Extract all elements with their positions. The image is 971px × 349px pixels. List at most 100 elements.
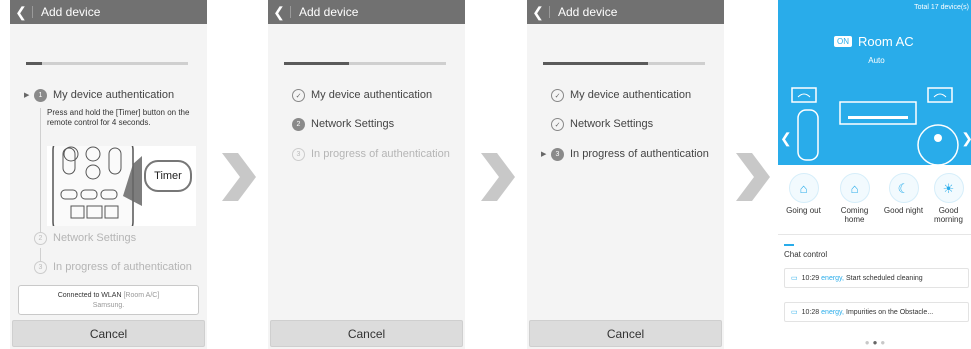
device-mode: Auto [868,56,885,65]
wlan-status-box: Connected to WLAN [Room A/C] Samsung. [18,285,199,315]
app-bar: ❮ Add device [268,0,465,24]
screen-step-3: ❮ Add device ✓ My device authentication … [527,0,724,349]
progress-bar [284,62,446,65]
step-connector [40,108,41,238]
screen-step-2: ❮ Add device ✓ My device authentication … [268,0,465,349]
quick-action-label: Good morning [934,206,963,224]
step-3: 3 In progress of authentication [282,148,450,161]
going-out-icon: ⌂ [788,173,819,203]
chat-item[interactable]: ▭ 10:29 energy, Start scheduled cleaning [784,268,969,288]
instruction-text: Press and hold the [Timer] button on the… [47,108,190,127]
page-dot: ● [880,338,889,347]
chat-bubble-icon: ▭ [791,275,798,282]
chat-text: Impurities on the Obstacle... [846,308,934,316]
screen-title: Add device [41,5,101,19]
chevron-left-icon[interactable]: ❮ [780,130,792,147]
quick-action-coming-home[interactable]: ⌂ Coming home [832,173,877,224]
power-row: ON Room AC [834,34,914,49]
section-accent-bar [784,244,794,246]
chevron-right-icon [481,153,515,201]
step-1: ✓ My device authentication [282,89,432,102]
coming-home-icon: ⌂ [839,173,870,203]
step-3: ▶ 3 In progress of authentication [541,148,709,161]
cancel-button[interactable]: Cancel [270,320,463,347]
quick-action-label: Good night [883,206,924,215]
timer-button-callout: Timer [144,160,192,192]
quick-action-going-out[interactable]: ⌂ Going out [781,173,826,215]
chat-item[interactable]: ▭ 10:28 energy, Impurities on the Obstac… [784,302,969,322]
appbar-divider [32,6,33,18]
wlan-network: [Room A/C] [123,292,160,299]
progress-bar [543,62,705,65]
step-number: 2 [292,118,305,131]
chat-time: 10:29 [801,274,820,282]
device-count: Total 17 device(s) [914,4,969,11]
step-2: ✓ Network Settings [541,118,653,131]
quick-actions: ⌂ Going out ⌂ Coming home ☾ Good night ☀… [778,165,971,235]
appbar-divider [549,6,550,18]
step-label: Network Settings [311,118,395,130]
quick-action-label: Coming home [840,206,869,224]
back-arrow-icon[interactable]: ❮ [527,0,549,24]
step-connector [40,248,41,262]
step-label: In progress of authentication [53,261,192,273]
chevron-right-icon[interactable]: ❯ [961,130,971,147]
step-3: 3 In progress of authentication [24,261,192,274]
progress-fill [26,62,43,65]
chat-text: Start scheduled cleaning [846,274,923,282]
step-label: My device authentication [311,89,433,101]
good-night-icon: ☾ [888,173,919,203]
step-number: 3 [292,148,305,161]
page-dot: ● [864,338,873,347]
check-icon: ✓ [551,89,564,102]
step-number: 3 [34,261,47,274]
app-bar: ❮ Add device [10,0,207,24]
screen-home: Total 17 device(s) ON Room AC Auto ❮ ❯ ⌂… [778,0,971,349]
screen-step-1: ❮ Add device ▶ 1 My device authenticatio… [10,0,207,349]
step-number: 3 [551,148,564,161]
room-illustration [791,87,959,165]
chat-time: 10:28 [801,308,820,316]
device-name: Room AC [858,34,914,49]
device-header: Total 17 device(s) ON Room AC Auto ❮ ❯ [778,0,971,165]
step-label: In progress of authentication [311,148,450,160]
wlan-prefix: Connected to WLAN [57,292,122,299]
step-label: My device authentication [570,89,692,101]
step-2: 2 Network Settings [24,232,136,245]
wlan-vendor: Samsung. [92,302,125,309]
current-step-marker-icon: ▶ [24,92,30,99]
back-arrow-icon[interactable]: ❮ [268,0,290,24]
check-icon: ✓ [292,89,305,102]
chevron-right-icon [736,153,770,201]
good-morning-icon: ☀ [933,173,964,203]
chat-control-label: Chat control [784,250,828,259]
progress-fill [543,62,649,65]
progress-fill [284,62,349,65]
back-arrow-icon[interactable]: ❮ [10,0,32,24]
quick-action-good-night[interactable]: ☾ Good night [881,173,926,215]
appbar-divider [290,6,291,18]
step-1: ▶ 1 My device authentication [24,89,174,102]
step-label: Network Settings [570,118,654,130]
quick-action-good-morning[interactable]: ☀ Good morning [926,173,971,224]
step-1: ✓ My device authentication [541,89,691,102]
quick-action-label: Going out [786,206,821,215]
app-bar: ❮ Add device [527,0,724,24]
chat-sender: energy, [821,308,844,316]
power-toggle[interactable]: ON [834,36,852,47]
step-number: 1 [34,89,47,102]
cancel-button[interactable]: Cancel [529,320,722,347]
step-label: Network Settings [53,232,137,244]
check-icon: ✓ [551,118,564,131]
cancel-button[interactable]: Cancel [12,320,205,347]
chat-sender: energy, [821,274,844,282]
chat-control-title: Chat control [784,244,828,259]
step-label: My device authentication [53,89,175,101]
step-label: In progress of authentication [570,148,709,160]
step-2: 2 Network Settings [282,118,394,131]
chat-bubble-icon: ▭ [791,309,798,316]
current-step-marker-icon: ▶ [541,151,547,158]
screen-title: Add device [299,5,359,19]
page-indicator: ●●● [778,338,971,347]
remote-control-image: Timer [47,146,196,226]
